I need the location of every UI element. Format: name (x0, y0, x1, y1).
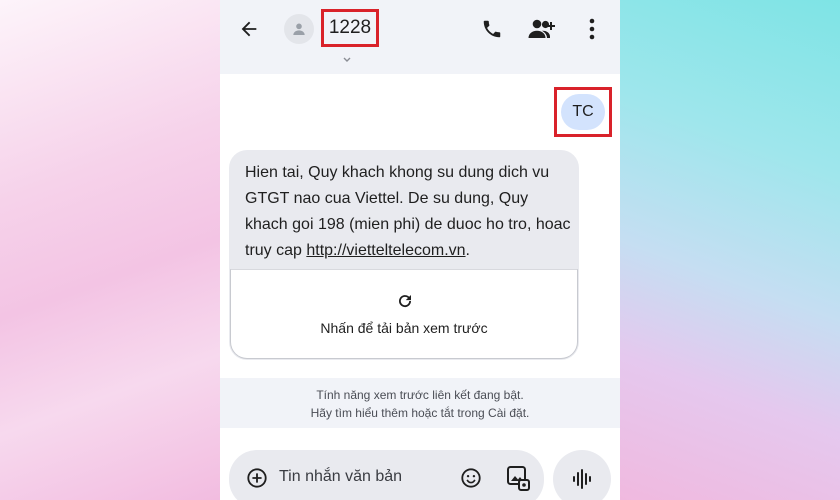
add-attachment-icon[interactable] (243, 464, 271, 492)
refresh-icon (399, 295, 412, 308)
notice-line-2[interactable]: Hãy tìm hiểu thêm hoặc tắt trong Cài đặt… (220, 406, 620, 420)
phone-icon[interactable] (477, 14, 507, 44)
incoming-message-text: Hien tai, Quy khach khong su dung dich v… (245, 160, 575, 264)
link-preview-notice: Tính năng xem trước liên kết đang bật. H… (220, 378, 620, 428)
notice-line-1: Tính năng xem trước liên kết đang bật. (316, 388, 524, 402)
message-compose-field[interactable]: Tin nhắn văn bản (229, 450, 544, 500)
messages-screen: 1228 TC Hien tai, Quy khach khong su dun… (220, 0, 620, 500)
outgoing-message-bubble[interactable]: TC (561, 94, 605, 130)
outgoing-message-highlight: TC (554, 87, 612, 137)
preview-label: Nhấn để tải bản xem trước (320, 320, 488, 336)
compose-placeholder[interactable]: Tin nhắn văn bản (279, 468, 402, 486)
conversation-header: 1228 (220, 0, 620, 74)
contact-title[interactable]: 1228 (321, 9, 379, 47)
add-person-icon[interactable] (525, 14, 557, 44)
gallery-icon[interactable] (504, 463, 532, 493)
person-icon (293, 23, 305, 35)
emoji-icon[interactable] (457, 464, 485, 492)
compose-area: Tin nhắn văn bản (220, 428, 620, 500)
message-link[interactable]: http://vietteltelecom.vn (306, 242, 465, 259)
voice-message-button[interactable] (553, 450, 611, 500)
message-suffix: . (465, 242, 470, 259)
more-vert-icon[interactable] (577, 14, 607, 44)
incoming-message-bubble[interactable]: Hien tai, Quy khach khong su dung dich v… (229, 150, 579, 360)
link-preview-card[interactable]: Nhấn để tải bản xem trước (230, 269, 578, 359)
background-right (620, 0, 840, 500)
contact-number: 1228 (328, 17, 372, 38)
arrow-back-icon[interactable] (234, 14, 264, 44)
background-left (0, 0, 220, 500)
contact-avatar[interactable] (284, 14, 314, 44)
chevron-down-icon (343, 57, 351, 62)
outgoing-message-text: TC (572, 103, 594, 120)
audio-wave-icon (573, 469, 591, 489)
